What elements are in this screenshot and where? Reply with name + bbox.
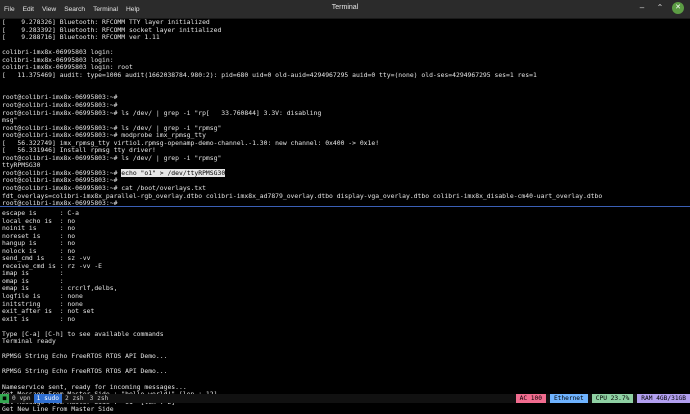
- workspace-1[interactable]: 1 sudo: [33, 394, 62, 403]
- logo-icon: ■: [0, 394, 9, 403]
- terminal-line: nolock is : no: [2, 246, 76, 255]
- terminal-line: local echo is : no: [2, 216, 76, 225]
- terminal-line: noreset is : no: [2, 231, 76, 240]
- network-indicator: Ethernet: [549, 394, 588, 403]
- terminal-output-upper[interactable]: [ 9.278326] Bluetooth: RFCOMM TTY layer …: [2, 19, 688, 208]
- terminal-line: Get New Line From Master Side: [2, 405, 114, 414]
- terminal-line: Terminal ready: [2, 337, 56, 346]
- ram-indicator: RAM 4GB/31GB: [637, 394, 690, 403]
- terminal-line: hangup is : no: [2, 239, 76, 248]
- terminal-line: exit_after is : not set: [2, 307, 95, 316]
- close-button[interactable]: ✕: [672, 2, 684, 14]
- pane-divider[interactable]: [0, 206, 690, 207]
- terminal-line: emap is : crcrlf,delbs,: [2, 284, 118, 293]
- workspace-2[interactable]: 2 zsh: [62, 394, 87, 403]
- ac-indicator: AC 100: [515, 394, 546, 403]
- terminal-line: initstring : none: [2, 299, 83, 308]
- maximize-button[interactable]: ⌃: [654, 2, 666, 14]
- workspace-3[interactable]: 3 zsh: [87, 394, 112, 403]
- selected-command[interactable]: echo "o1" > /dev/ttyRPMSG30: [121, 168, 226, 177]
- terminal-line: receive_cmd is : rz -vv -E: [2, 261, 103, 270]
- cpu-indicator: CPU 23.7%: [591, 394, 634, 403]
- workspace-0[interactable]: 0 vpn: [9, 394, 34, 403]
- terminal-line: noinit is : no: [2, 224, 76, 233]
- maximize-icon: ⌃: [656, 3, 664, 12]
- workspace-list: ■ 0 vpn 1 sudo 2 zsh 3 zsh: [0, 394, 111, 403]
- terminal-line: RPMSG String Echo FreeRTOS RTOS API Demo…: [2, 352, 168, 361]
- terminal-line: RPMSG String Echo FreeRTOS RTOS API Demo…: [2, 367, 168, 376]
- terminal-line: root@colibri-imx8x-06995803:~# ls /dev/ …: [2, 153, 222, 162]
- terminal-line: exit is : no: [2, 314, 76, 323]
- terminal-line: logfile is : none: [2, 292, 83, 301]
- status-bar: ■ 0 vpn 1 sudo 2 zsh 3 zsh AC 100 Ethern…: [0, 394, 690, 403]
- terminal-line: escape is : C-a: [2, 210, 79, 217]
- window-title: Terminal: [331, 4, 359, 11]
- system-indicators: AC 100 Ethernet CPU 23.7% RAM 4GB/31GB: [515, 394, 690, 403]
- minimize-icon: –: [639, 3, 645, 12]
- terminal-output-lower[interactable]: escape is : C-a local echo is : no noinit …: [2, 210, 688, 414]
- window-titlebar: File Edit View Search Terminal Help Term…: [0, 0, 690, 19]
- terminal-line: [ 11.375469] audit: type=1006 audit(1662…: [2, 70, 537, 79]
- terminal-line: root@colibri-imx8x-06995803:~# ls /dev/ …: [2, 108, 322, 117]
- terminal-line: [ 9.288716] Bluetooth: RFCOMM ver 1.11: [2, 33, 160, 42]
- minimize-button[interactable]: –: [636, 2, 648, 14]
- terminal-line: Type [C-a] [C-h] to see available comman…: [2, 329, 164, 338]
- terminal-line: send_cmd is : sz -vv: [2, 254, 91, 263]
- close-icon: ✕: [675, 4, 681, 11]
- terminal-line: imap is :: [2, 269, 64, 278]
- window-controls: – ⌃ ✕: [636, 2, 684, 14]
